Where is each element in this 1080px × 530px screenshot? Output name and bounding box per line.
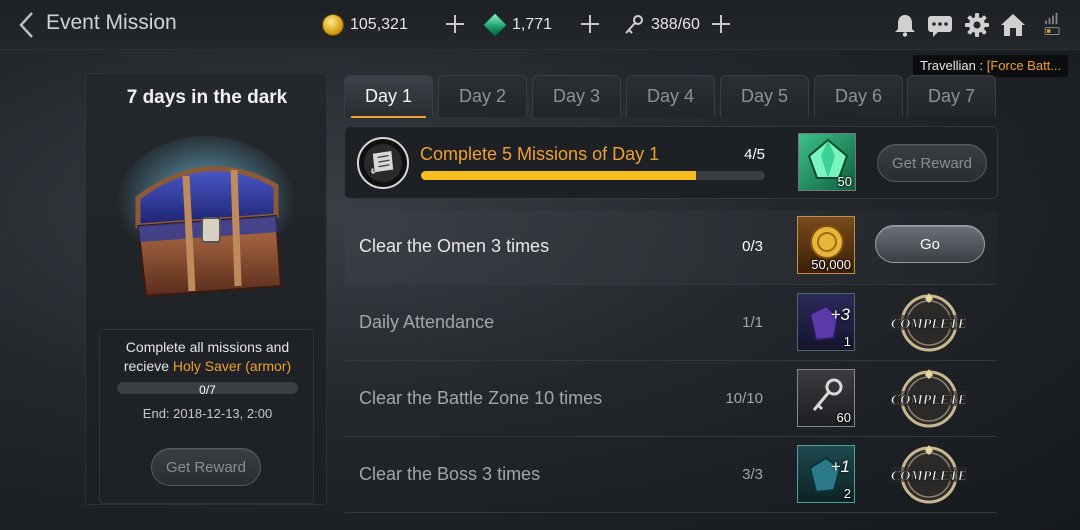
event-desc-line1: Complete all missions and bbox=[125, 339, 290, 355]
tab-day-1[interactable]: Day 1 bbox=[344, 75, 433, 118]
top-bar: Event Mission 105,321 1,771 388/60 bbox=[0, 0, 1080, 50]
mission-row: Clear the Battle Zone 10 times 10/10 60 … bbox=[345, 362, 997, 437]
mission-progress: 3/3 bbox=[742, 466, 763, 483]
tab-day-6[interactable]: Day 6 bbox=[814, 75, 903, 117]
tab-day-4[interactable]: Day 4 bbox=[626, 75, 715, 117]
gem-counter: 1,771 bbox=[482, 12, 553, 38]
tab-day-2[interactable]: Day 2 bbox=[438, 75, 527, 117]
mission-row: Daily Attendance 1/1 +3 1 COMPLETE bbox=[345, 286, 997, 361]
reward-plus: +3 bbox=[830, 305, 850, 324]
add-stamina-button[interactable] bbox=[709, 12, 733, 36]
stamina-counter: 388/60 bbox=[623, 12, 700, 38]
day-tabs: Day 1 Day 2 Day 3 Day 4 Day 5 Day 6 Day … bbox=[344, 75, 996, 119]
complete-stamp-icon: COMPLETE bbox=[891, 369, 967, 428]
bell-icon[interactable] bbox=[892, 12, 918, 38]
event-get-reward-button[interactable]: Get Reward bbox=[151, 448, 261, 486]
stamina-value: 388/60 bbox=[651, 16, 700, 33]
gold-reward-slot[interactable]: 50,000 bbox=[797, 216, 855, 274]
reward-plus: +1 bbox=[830, 457, 850, 476]
event-title: 7 days in the dark bbox=[126, 87, 288, 108]
home-icon[interactable] bbox=[1000, 12, 1026, 38]
reward-qty: 1 bbox=[843, 334, 851, 349]
chat-icon[interactable] bbox=[927, 12, 953, 38]
tooltip-name: [Force Batt... bbox=[986, 58, 1062, 73]
mission-name: Clear the Omen 3 times bbox=[359, 236, 550, 256]
event-description: Complete all missions and recieve Holy S… bbox=[100, 338, 315, 376]
complete-label: COMPLETE bbox=[891, 317, 967, 332]
page-title: Event Mission bbox=[46, 11, 177, 34]
complete-label: COMPLETE bbox=[891, 393, 967, 408]
armor-reward-slot[interactable]: +3 1 bbox=[797, 293, 855, 351]
add-gold-button[interactable] bbox=[443, 12, 467, 36]
tab-day-3[interactable]: Day 3 bbox=[532, 75, 621, 117]
reward-qty: 50,000 bbox=[811, 257, 851, 272]
add-gems-button[interactable] bbox=[578, 12, 602, 36]
gem-reward-slot[interactable]: 50 bbox=[798, 133, 856, 191]
chat-tooltip: Travellian : [Force Batt... bbox=[913, 55, 1069, 77]
mission-progress: 0/3 bbox=[742, 238, 763, 255]
event-end-date: End: 2018-12-13, 2:00 bbox=[142, 406, 273, 421]
gear-icon[interactable] bbox=[964, 12, 990, 38]
complete-stamp-icon: COMPLETE bbox=[891, 293, 967, 352]
tab-day-5[interactable]: Day 5 bbox=[720, 75, 809, 117]
mission-name: Clear the Boss 3 times bbox=[359, 464, 541, 484]
mission-progress: 1/1 bbox=[742, 314, 763, 331]
day-mission-card: Complete 5 Missions of Day 1 4/5 50 Get … bbox=[344, 126, 998, 199]
back-arrow-icon[interactable] bbox=[16, 10, 38, 40]
armor-reward-slot[interactable]: +1 2 bbox=[797, 445, 855, 503]
key-reward-slot[interactable]: 60 bbox=[797, 369, 855, 427]
day-mission-progress: 4/5 bbox=[744, 146, 765, 163]
event-desc-prefix: recieve bbox=[123, 358, 173, 374]
mission-row: Clear the Omen 3 times 0/3 50,000 Go bbox=[345, 210, 997, 285]
complete-label: COMPLETE bbox=[891, 469, 967, 484]
scroll-icon bbox=[357, 137, 409, 189]
reward-qty: 60 bbox=[836, 410, 851, 425]
complete-stamp-icon: COMPLETE bbox=[891, 445, 967, 504]
day-get-reward-button[interactable]: Get Reward bbox=[877, 144, 987, 182]
gold-counter: 105,321 bbox=[322, 12, 408, 38]
event-reward-name: Holy Saver (armor) bbox=[172, 358, 292, 374]
tooltip-prefix: Travellian : bbox=[920, 58, 987, 73]
event-panel: 7 days in the dark Complete all missions… bbox=[85, 73, 327, 505]
mission-name: Clear the Battle Zone 10 times bbox=[359, 388, 603, 408]
day-mission-progress-bar bbox=[421, 171, 765, 180]
mission-name: Daily Attendance bbox=[359, 312, 495, 332]
mission-progress: 10/10 bbox=[725, 390, 763, 407]
gold-value: 105,321 bbox=[350, 16, 408, 33]
day-mission-name: Complete 5 Missions of Day 1 bbox=[420, 144, 660, 164]
event-progress-text: 0/7 bbox=[199, 383, 216, 397]
go-button[interactable]: Go bbox=[875, 225, 985, 263]
gem-reward-qty: 50 bbox=[837, 174, 852, 189]
gem-value: 1,771 bbox=[512, 16, 553, 33]
treasure-chest-icon bbox=[116, 136, 296, 298]
signal-battery-icon bbox=[1044, 12, 1060, 36]
gem-icon bbox=[482, 12, 508, 38]
tab-day-7[interactable]: Day 7 bbox=[907, 75, 996, 117]
reward-qty: 2 bbox=[843, 486, 851, 501]
mission-row: Clear the Boss 3 times 3/3 +1 2 COMPLETE bbox=[345, 438, 997, 513]
key-icon bbox=[625, 15, 643, 34]
gold-coin-icon bbox=[322, 14, 344, 36]
